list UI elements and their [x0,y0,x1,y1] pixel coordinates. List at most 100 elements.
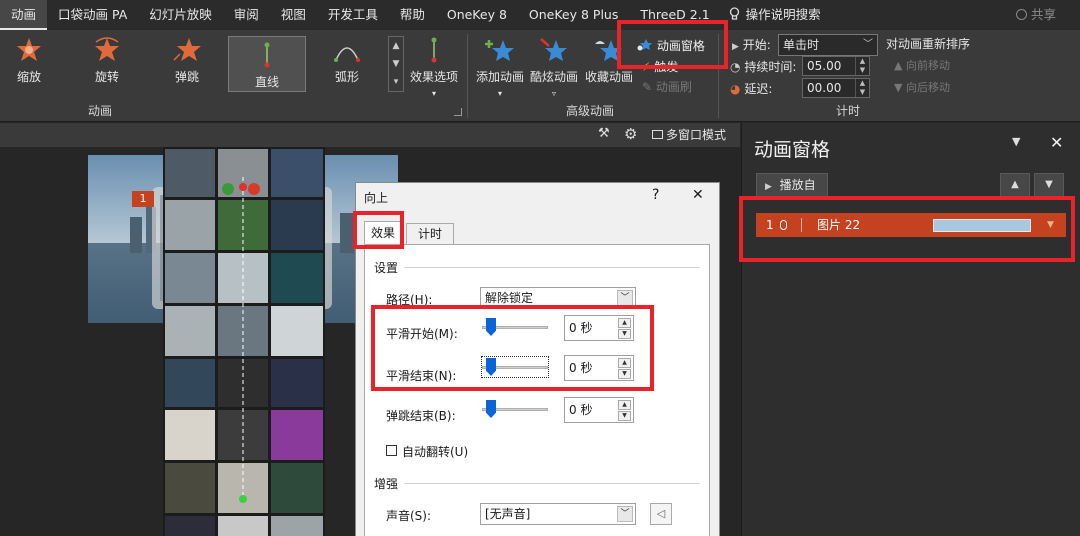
mouse-icon [780,220,787,230]
tab-effect-label: 效果 [370,226,395,240]
tab-timing[interactable]: 计时 [406,223,454,245]
auto-reverse-checkbox[interactable] [386,445,397,456]
effect-label: 直线 [254,75,279,89]
tab-review[interactable]: 审阅 [223,0,270,30]
powerpoint-window: 动画 口袋动画 PA 幻灯片放映 审阅 视图 开发工具 帮助 OneKey 8 … [0,0,1080,536]
pane-options-button[interactable]: ▼ [1012,135,1020,148]
search-label: 操作说明搜索 [745,7,821,22]
item-dropdown-icon[interactable]: ▼ [1047,213,1054,237]
trigger-button[interactable]: ⚡ 触发 [642,58,678,76]
tab-slideshow[interactable]: 幻灯片放映 [138,0,223,30]
cool-animation-button[interactable]: 酷炫动画 ▿ [528,36,580,99]
path-select[interactable]: 解除锁定 ﹀ [480,287,636,309]
smooth-start-input[interactable]: 0 秒 ▲ ▼ [564,315,634,341]
reorder-title: 对动画重新排序 [886,37,971,51]
tab-timing-label: 计时 [417,227,442,241]
gallery-scroll[interactable]: ▲ ▼ ▾ [388,36,404,92]
tab-effect[interactable]: 效果 [364,221,402,245]
close-icon[interactable]: ✕ [692,187,704,203]
path-start-point[interactable] [239,495,247,503]
tab-pocket-animation[interactable]: 口袋动画 PA [47,0,138,30]
animation-pane-button[interactable]: 动画窗格 [637,36,705,56]
group-separator [467,34,468,118]
effect-options-button[interactable]: 效果选项 ▾ [406,36,462,99]
bounce-end-input[interactable]: 0 秒 ▲ ▼ [564,397,634,423]
smooth-end-value: 0 秒 [569,361,593,375]
group-animation-label: 动画 [87,104,112,118]
trigger-label: 触发 [654,60,679,74]
animation-list-item[interactable]: 1 图片 22 ▼ [756,213,1066,237]
tab-onekey8[interactable]: OneKey 8 [436,0,518,30]
brush-star-icon [540,38,567,61]
item-index: 1 [766,218,774,232]
share-button[interactable]: 共享 [1015,0,1056,30]
arc-path-icon [334,47,360,62]
add-animation-button[interactable]: 添加动画 ▾ [472,36,528,99]
volume-button[interactable]: ◁ [650,503,672,525]
add-star-icon [485,40,514,61]
path-end-point[interactable] [239,183,247,191]
tell-me-search[interactable]: 操作说明搜索 [721,0,832,30]
move-earlier-button[interactable]: ▲ 向前移动 [894,58,950,74]
animation-pane-label: 动画窗格 [656,39,705,53]
start-select[interactable]: 单击时 ﹀ [778,34,878,56]
item-name: 图片 22 [817,218,861,232]
close-icon[interactable]: ✕ [1050,133,1063,152]
ribbon-tabs: 动画 口袋动画 PA 幻灯片放映 审阅 视图 开发工具 帮助 OneKey 8 … [0,0,1080,30]
canvas-toolbar: ⚒ ⚙ 多窗口模式 [0,123,740,147]
smooth-end-slider[interactable] [481,356,549,378]
move-later-button[interactable]: ▼ 向后移动 [894,80,950,96]
tools-icon[interactable]: ⚒ [598,126,610,141]
sound-select[interactable]: [无声音] ﹀ [480,503,636,525]
spin-arrows[interactable]: ▲ ▼ [855,79,869,97]
animation-number-badge[interactable]: 1 [132,191,154,207]
settings-gear-icon[interactable]: ⚙ [624,125,637,143]
effect-zoom[interactable]: 缩放 [0,36,58,85]
tab-help[interactable]: 帮助 [389,0,436,30]
delay-value: 00.00 [807,81,842,95]
tab-view[interactable]: 视图 [270,0,317,30]
sound-value: [无声音] [485,507,531,521]
play-from-button[interactable]: ▶ 播放自 [756,173,828,197]
multiwindow-button[interactable]: 多窗口模式 [652,127,726,143]
start-value: 单击时 [783,38,820,52]
effect-arc[interactable]: 弧形 [318,36,376,85]
smooth-end-input[interactable]: 0 秒 ▲ ▼ [564,355,634,381]
duration-spinner[interactable]: 05.00 ▲ ▼ [802,56,870,76]
settings-section-label: 设置 [374,261,399,275]
effect-label: 旋转 [94,70,119,84]
favorites-button[interactable]: 收藏动画 [582,36,636,85]
bounce-end-slider[interactable] [482,399,548,419]
tab-threed[interactable]: ThreeD 2.1 [629,0,720,30]
lightbulb-icon [729,7,739,20]
effect-line[interactable]: 直线 [228,36,306,92]
spin-arrows[interactable]: ▲ ▼ [855,57,869,75]
tab-animation[interactable]: 动画 [0,0,48,30]
pane-icon [637,39,652,51]
move-up-button[interactable]: ▲ [1000,173,1030,197]
animation-painter-label: 动画刷 [655,80,692,94]
duration-label: ◔ 持续时间: [730,60,797,74]
bounce-end-label: 弹跳结束(B): [386,409,456,423]
favorites-label: 收藏动画 [584,70,633,84]
effect-spin[interactable]: 旋转 [78,36,136,85]
move-down-button[interactable]: ▼ [1034,173,1064,197]
smooth-start-slider[interactable] [482,317,548,337]
animation-painter-button[interactable]: ✎ 动画刷 [642,78,692,96]
effect-options-dialog: 向上 ? ✕ 效果 计时 设置 路径(H): 解除锁定 ﹀ 平滑开始(M): 0 … [355,182,720,536]
effect-bounce[interactable]: 弹跳 [158,36,216,85]
timeline-bar[interactable] [933,219,1031,232]
bounce-end-value: 0 秒 [569,403,593,417]
smooth-start-value: 0 秒 [569,321,593,335]
multiwindow-label: 多窗口模式 [666,128,727,142]
help-button[interactable]: ? [652,187,659,203]
auto-reverse-label[interactable]: 自动翻转(U) [402,443,468,460]
path-value: 解除锁定 [485,291,534,305]
path-type-icon [801,218,802,232]
dialog-launcher[interactable] [454,108,462,116]
play-icon: ▶ [765,182,772,192]
delay-spinner[interactable]: 00.00 ▲ ▼ [802,78,870,98]
tab-onekey8-plus[interactable]: OneKey 8 Plus [518,0,629,30]
tab-developer[interactable]: 开发工具 [317,0,389,30]
effect-options-label: 效果选项 [409,70,458,84]
